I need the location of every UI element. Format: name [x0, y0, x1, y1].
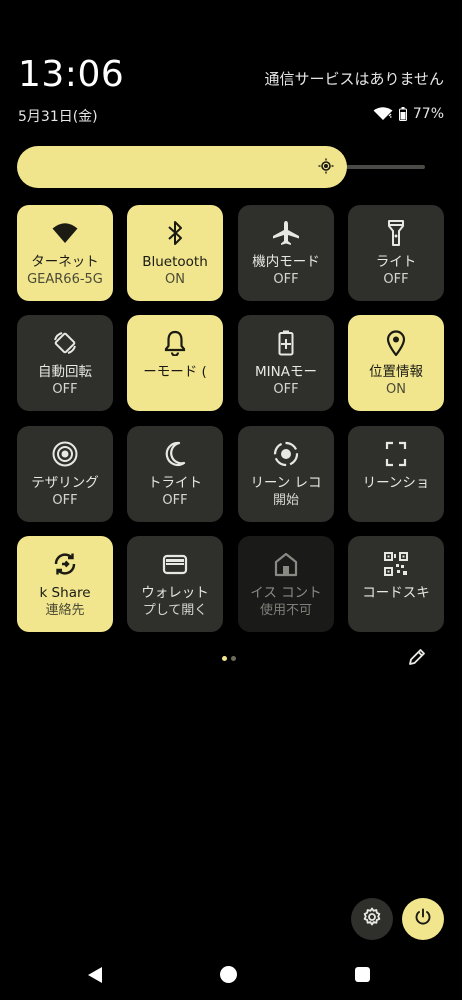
hotspot-icon — [52, 440, 78, 468]
wallet-icon — [162, 550, 188, 578]
tile-location[interactable]: 位置情報 ON — [348, 315, 444, 411]
clock: 13:06 — [18, 54, 125, 95]
tile-label: ウォレット — [141, 585, 209, 601]
tile-label: 機内モード — [252, 254, 320, 270]
tile-state: OFF — [52, 493, 78, 508]
tile-rotate[interactable]: 自動回転 OFF — [17, 315, 113, 411]
tile-home[interactable]: イス コント 使用不可 — [238, 536, 334, 632]
bell-icon — [164, 329, 186, 357]
tile-label: ライト — [375, 254, 417, 270]
date: 5月31日(金) — [18, 109, 98, 125]
tile-label: トライト — [148, 475, 202, 491]
page-dot — [231, 656, 236, 661]
gear-icon — [362, 907, 382, 931]
tile-bluetooth[interactable]: Bluetooth ON — [127, 205, 223, 301]
tile-state: 使用不可 — [259, 603, 312, 618]
tile-label: 位置情報 — [369, 364, 423, 380]
moon-icon — [164, 440, 186, 468]
tile-label: MINAモー — [255, 364, 317, 380]
recents-button[interactable] — [355, 967, 370, 982]
carrier-status: 通信サービスはありません — [264, 70, 444, 88]
tile-wallet[interactable]: ウォレットプして開く — [127, 536, 223, 632]
flashlight-icon — [387, 219, 405, 247]
tile-label: Bluetooth — [142, 254, 208, 270]
tile-state: プして開く — [142, 603, 208, 618]
power-icon — [413, 907, 433, 931]
tile-label: ーモード ( — [143, 364, 207, 380]
tile-wifi[interactable]: ターネット GEAR66-5G — [17, 205, 113, 301]
tile-state: OFF — [273, 382, 299, 397]
battery-percent: 77% — [412, 106, 444, 122]
tile-state: ON — [386, 382, 406, 397]
tile-state: 連絡先 — [45, 603, 85, 618]
tile-quick-share[interactable]: k Share 連絡先 — [17, 536, 113, 632]
home-button[interactable] — [220, 966, 237, 983]
tile-state: OFF — [273, 272, 299, 287]
tile-state: OFF — [52, 382, 78, 397]
tile-label: コードスキ — [362, 585, 430, 601]
brightness-track[interactable] — [345, 165, 425, 169]
wifi-icon — [373, 107, 393, 121]
tile-hotspot[interactable]: テザリング OFF — [17, 426, 113, 522]
page-dot-active — [222, 656, 227, 661]
back-button[interactable] — [86, 966, 104, 988]
tile-screenshot[interactable]: リーンショ — [348, 426, 444, 522]
settings-button[interactable] — [351, 898, 393, 940]
pencil-icon — [406, 649, 428, 672]
qr-code-icon — [383, 550, 409, 578]
tile-label: リーン レコ — [250, 475, 322, 491]
home-icon — [274, 550, 298, 578]
tile-qr-code[interactable]: コードスキ — [348, 536, 444, 632]
tile-state: OFF — [162, 493, 188, 508]
tile-state: ON — [165, 272, 185, 287]
location-icon — [386, 329, 406, 357]
tile-flashlight[interactable]: ライト OFF — [348, 205, 444, 301]
tile-label: ターネット — [31, 254, 99, 270]
quick-share-icon — [51, 550, 79, 578]
tile-label: 自動回転 — [38, 364, 92, 380]
brightness-icon — [318, 158, 334, 178]
battery-icon — [398, 107, 407, 121]
tile-airplane[interactable]: 機内モード OFF — [238, 205, 334, 301]
tile-state: GEAR66-5G — [27, 272, 103, 287]
tile-moon[interactable]: トライト OFF — [127, 426, 223, 522]
screen-record-icon — [273, 440, 299, 468]
tile-label: k Share — [39, 585, 91, 601]
tile-state: 開始 — [272, 493, 299, 508]
tile-label: リーンショ — [362, 475, 430, 491]
tile-battery-saver[interactable]: MINAモー OFF — [238, 315, 334, 411]
status-icons: 77% — [373, 106, 444, 122]
battery-saver-icon — [278, 329, 294, 357]
tile-bell[interactable]: ーモード ( — [127, 315, 223, 411]
power-button[interactable] — [402, 898, 444, 940]
wifi-icon — [52, 219, 78, 247]
tile-state: OFF — [383, 272, 409, 287]
tile-label: イス コント — [250, 585, 322, 601]
tile-screen-record[interactable]: リーン レコ 開始 — [238, 426, 334, 522]
brightness-slider[interactable] — [17, 146, 347, 188]
airplane-icon — [272, 219, 300, 247]
tile-label: テザリング — [31, 475, 99, 491]
bluetooth-icon — [165, 219, 185, 247]
page-indicator — [222, 656, 236, 661]
edit-button[interactable] — [406, 646, 428, 672]
screenshot-icon — [385, 440, 407, 468]
rotate-icon — [52, 329, 78, 357]
